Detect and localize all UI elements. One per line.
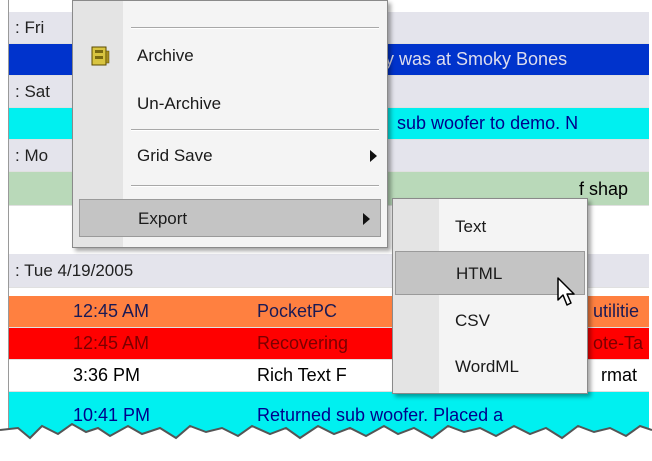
submenu-arrow-icon: [363, 213, 370, 225]
row-subject-overflow: rmat: [601, 365, 637, 385]
table-row[interactable]: 10:41 PM Returned sub woofer. Placed a: [9, 392, 649, 440]
row-subject: Rich Text F: [257, 365, 347, 385]
row-subject: Recovering: [257, 333, 349, 353]
context-menu: Archive Un-Archive Grid Save Export: [72, 0, 388, 248]
row-subject: y was at Smoky Bones: [385, 49, 568, 69]
row-subject-overflow: ote-Ta: [593, 333, 644, 353]
row-time: 12:45 AM: [73, 333, 150, 353]
submenu-item-label: CSV: [455, 311, 490, 330]
submenu-item-label: WordML: [455, 357, 519, 376]
submenu-arrow-icon: [370, 150, 377, 162]
menu-item-label: Archive: [137, 46, 194, 65]
group-header-label: : Sat: [15, 82, 50, 101]
menu-item-label: Export: [138, 209, 188, 228]
row-subject: sub woofer to demo. N: [397, 113, 579, 133]
menu-separator: [131, 185, 379, 187]
menu-item-un-archive[interactable]: Un-Archive: [73, 85, 387, 123]
menu-item-archive[interactable]: Archive: [73, 37, 387, 75]
group-header-label: : Tue 4/19/2005: [15, 261, 134, 280]
row-subject: PocketPC: [257, 301, 338, 321]
row-time: 10:41 PM: [73, 405, 151, 425]
menu-item-grid-save[interactable]: Grid Save: [73, 137, 387, 175]
row-time: 3:36 PM: [73, 365, 141, 385]
menu-item-label: Grid Save: [137, 146, 213, 165]
menu-item-export[interactable]: Export: [79, 199, 381, 237]
group-header-label: : Mo: [15, 146, 49, 165]
menu-item-label: Un-Archive: [137, 94, 222, 113]
submenu-item-text[interactable]: Text: [395, 205, 585, 249]
archive-icon: [91, 46, 110, 66]
mouse-cursor-icon: [557, 277, 575, 306]
submenu-item-label: HTML: [456, 264, 503, 283]
submenu-item-label: Text: [455, 217, 487, 236]
row-subject: Returned sub woofer. Placed a: [257, 405, 504, 425]
menu-separator: [131, 27, 379, 29]
row-subject-overflow: utilitie: [593, 301, 640, 321]
menu-separator: [131, 129, 379, 131]
submenu-item-wordml[interactable]: WordML: [395, 345, 585, 389]
row-time: 12:45 AM: [73, 301, 150, 321]
group-header-label: : Fri: [15, 18, 45, 37]
